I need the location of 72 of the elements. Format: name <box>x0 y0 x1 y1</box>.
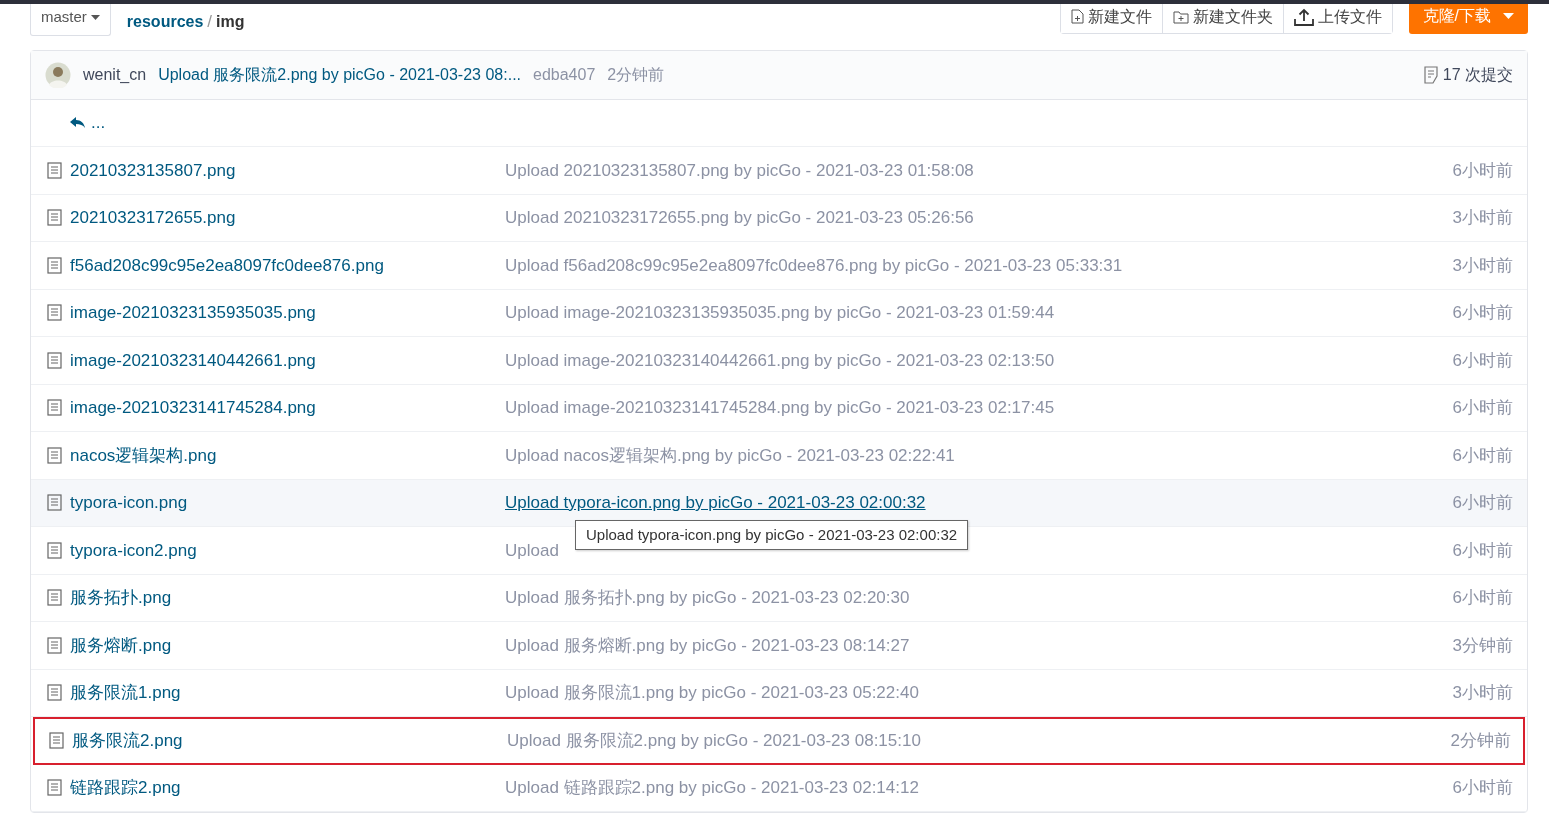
new-file-button[interactable]: 新建文件 <box>1060 4 1163 33</box>
commit-time: 6小时前 <box>1452 492 1513 514</box>
breadcrumb-separator: / <box>207 11 213 33</box>
file-name[interactable]: image-20210323135935035.png <box>70 300 316 326</box>
file-row[interactable]: image-20210323140442661.png Upload image-20210323140442661.png by picGo - 2021-03-23 02:13:50 6小时前 <box>31 337 1527 385</box>
file-icon <box>47 304 62 322</box>
file-name[interactable]: image-20210323140442661.png <box>70 347 316 373</box>
breadcrumb-current: img <box>216 11 245 32</box>
file-icon <box>49 731 64 749</box>
back-arrow-icon[interactable] <box>69 116 87 130</box>
file-row[interactable]: 服务熔断.png Upload 服务熔断.png by picGo - 2021-03-23 08:14:27 3分钟前 <box>31 622 1527 670</box>
file-row[interactable]: nacos逻辑架构.png Upload nacos逻辑架构.png by picGo - 2021-03-23 02:22:41 6小时前 <box>31 432 1527 480</box>
file-icon <box>47 494 62 512</box>
upload-icon <box>1293 7 1314 26</box>
commit-time: 3小时前 <box>1452 682 1513 704</box>
file-name[interactable]: 服务限流1.png <box>70 680 181 706</box>
file-row[interactable]: 服务限流2.png Upload 服务限流2.png by picGo - 2021-03-23 08:15:10 2分钟前 <box>33 717 1525 765</box>
file-icon <box>47 589 62 607</box>
file-icon <box>47 446 62 464</box>
commit-time: 6小时前 <box>1452 444 1513 467</box>
file-row[interactable]: 服务拓扑.png Upload 服务拓扑.png by picGo - 2021-03-23 02:20:30 6小时前 <box>31 574 1527 622</box>
file-row[interactable]: image-20210323135935035.png Upload image-20210323135935035.png by picGo - 2021-03-23 01:59:44 6小时前 <box>31 289 1527 337</box>
file-name[interactable]: 服务拓扑.png <box>70 585 172 611</box>
commit-time: 6小时前 <box>1452 302 1513 324</box>
file-row[interactable]: 20210323172655.png Upload 20210323172655.png by picGo - 2021-03-23 05:26:56 3小时前 <box>31 194 1527 242</box>
file-name[interactable]: 20210323172655.png <box>70 205 236 231</box>
file-name[interactable]: nacos逻辑架构.png <box>70 442 217 468</box>
commit-time: 6小时前 <box>1452 349 1513 372</box>
parent-link[interactable]: ... <box>91 110 106 136</box>
commit-message[interactable]: Upload typora-icon.png by picGo - 2021-03-23 02:00:32 <box>505 493 926 512</box>
file-row[interactable]: f56ad208c99c95e2ea8097fc0dee876.png Upload f56ad208c99c95e2ea8097fc0dee876.png by picGo - 2021-03-23 05:33:31 3小时前 <box>31 242 1527 290</box>
new-folder-icon <box>1172 9 1189 24</box>
file-name[interactable]: f56ad208c99c95e2ea8097fc0dee876.png <box>70 252 384 278</box>
file-row[interactable]: image-20210323141745284.png Upload image-20210323141745284.png by picGo - 2021-03-23 02:17:45 6小时前 <box>31 384 1527 432</box>
avatar <box>45 62 71 88</box>
commit-message[interactable]: Upload 服务限流2.png by picGo - 2021-03-23 08:... <box>158 63 521 87</box>
commit-count[interactable]: 17 次提交 <box>1442 63 1513 87</box>
file-row[interactable]: 20210323135807.png Upload 20210323135807.png by picGo - 2021-03-23 01:58:08 6小时前 <box>31 147 1527 195</box>
commit-time: 6小时前 <box>1452 397 1513 419</box>
commit-time: 3小时前 <box>1452 207 1513 229</box>
file-icon <box>47 399 62 417</box>
file-name[interactable]: typora-icon.png <box>70 490 188 516</box>
file-icon <box>47 541 62 559</box>
branch-dropdown[interactable]: master <box>30 4 111 36</box>
caret-icon <box>90 15 100 22</box>
commits-icon <box>1423 66 1439 84</box>
commit-time: 2分钟前 <box>607 65 665 85</box>
file-icon <box>47 161 62 179</box>
file-name[interactable]: 服务限流2.png <box>72 727 183 753</box>
commit-time: 6小时前 <box>1452 587 1513 609</box>
file-icon <box>47 351 62 369</box>
file-row[interactable]: 链路跟踪2.png Upload 链路跟踪2.png by picGo - 2021-03-23 02:14:12 6小时前 <box>31 764 1527 812</box>
caret-icon <box>1503 12 1514 20</box>
commit-time: 6小时前 <box>1452 159 1513 182</box>
file-icon <box>47 209 62 227</box>
file-icon <box>47 779 62 797</box>
file-icon <box>47 256 62 274</box>
commit-time: 3小时前 <box>1452 254 1513 277</box>
tooltip: Upload typora-icon.png by picGo - 2021-03-23 02:00:32 <box>575 519 969 550</box>
commit-time: 3分钟前 <box>1452 634 1513 657</box>
new-file-icon <box>1070 9 1084 24</box>
commit-author[interactable]: wenit_cn <box>83 63 147 87</box>
commit-time: 6小时前 <box>1452 777 1513 799</box>
file-name[interactable]: 链路跟踪2.png <box>70 775 181 801</box>
file-row[interactable]: 服务限流1.png Upload 服务限流1.png by picGo - 2021-03-23 05:22:40 3小时前 <box>31 669 1527 717</box>
file-icon <box>47 636 62 654</box>
file-icon <box>47 684 62 702</box>
file-name[interactable]: 服务熔断.png <box>70 632 172 658</box>
file-name[interactable]: image-20210323141745284.png <box>70 395 316 421</box>
file-name[interactable]: 20210323135807.png <box>70 157 236 183</box>
commit-time: 2分钟前 <box>1450 729 1511 752</box>
breadcrumb-link[interactable]: resources <box>126 9 204 34</box>
